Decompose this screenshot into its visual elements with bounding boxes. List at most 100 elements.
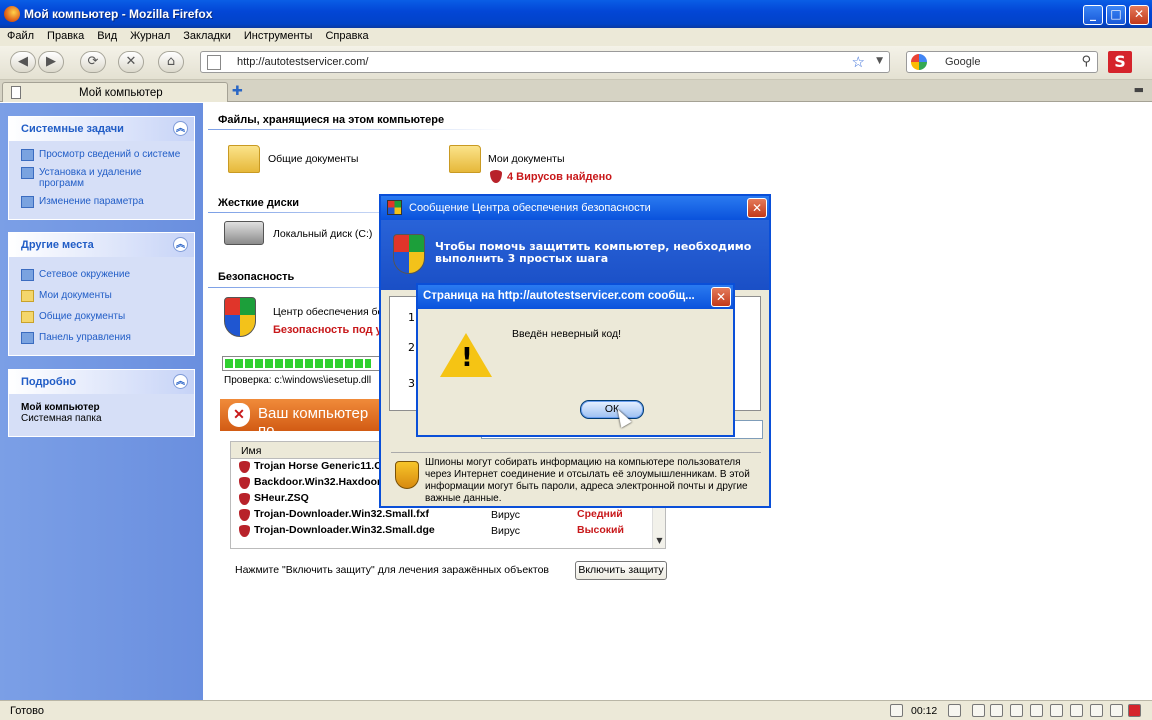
folder-icon[interactable] bbox=[449, 145, 481, 173]
addon-status-icon[interactable] bbox=[1070, 704, 1083, 717]
tab-label: Мой компьютер bbox=[79, 87, 163, 99]
navigation-toolbar: ◀ ▶ ⟳ ✕ ⌂ http://autotestservicer.com/ ☆… bbox=[0, 46, 1152, 80]
threat-name: Trojan Horse Generic11.C bbox=[254, 460, 382, 472]
url-bar[interactable]: http://autotestservicer.com/ ☆ ▼ bbox=[200, 51, 890, 73]
my-docs-label[interactable]: Мои документы bbox=[488, 153, 565, 165]
security-center-icon bbox=[387, 200, 402, 215]
banner-text: Ваш компьютер по bbox=[258, 405, 369, 439]
close-button[interactable]: ✕ bbox=[1129, 5, 1149, 25]
infection-banner: ✕ Ваш компьютер по bbox=[220, 399, 380, 439]
addon-s-button[interactable]: S bbox=[1108, 51, 1132, 73]
menu-edit[interactable]: Правка bbox=[40, 28, 90, 42]
collapse-icon[interactable]: ︽ bbox=[173, 237, 188, 252]
table-row[interactable]: Trojan-Downloader.Win32.Small.fxf Вирус Ср… bbox=[231, 507, 665, 523]
table-row[interactable]: Trojan-Downloader.Win32.Small.dge Вирус Вы… bbox=[231, 523, 665, 539]
folder-icon[interactable] bbox=[228, 145, 260, 173]
task-change-setting[interactable]: Изменение параметра bbox=[21, 196, 186, 208]
other-places-panel: Другие места ︽ Сетевое окружение Мои доку… bbox=[8, 232, 195, 356]
dialog-title-bar[interactable]: Сообщение Центра обеспечения безопасност… bbox=[381, 196, 769, 220]
menu-tools[interactable]: Инструменты bbox=[237, 28, 319, 42]
addon-status-icon[interactable] bbox=[1090, 704, 1103, 717]
local-disk-label[interactable]: Локальный диск (C:) bbox=[273, 228, 372, 240]
menu-help[interactable]: Справка bbox=[318, 28, 374, 42]
addon-status-icon[interactable] bbox=[1050, 704, 1063, 717]
shared-docs-label[interactable]: Общие документы bbox=[268, 153, 358, 165]
minimize-button[interactable]: _ bbox=[1083, 5, 1103, 25]
alert-title-bar[interactable]: Страница на http://autotestservicer.com … bbox=[418, 285, 733, 309]
status-time: 00:12 bbox=[911, 705, 938, 717]
close-button[interactable]: ✕ bbox=[711, 287, 731, 307]
menu-history[interactable]: Журнал bbox=[123, 28, 176, 42]
warning-shield-icon: ✕ bbox=[228, 403, 250, 427]
back-button[interactable]: ◀ bbox=[10, 51, 36, 73]
system-tasks-panel: Системные задачи ︽ Просмотр сведений о си… bbox=[8, 116, 195, 220]
details-name: Мой компьютер bbox=[21, 402, 100, 413]
menu-file[interactable]: Файл bbox=[0, 28, 40, 42]
viruses-found-label: 4 Вирусов найдено bbox=[507, 171, 612, 183]
ok-button[interactable]: ОК bbox=[580, 400, 644, 419]
hard-disk-icon[interactable] bbox=[224, 221, 264, 245]
menu-bookmarks[interactable]: Закладки bbox=[176, 28, 237, 42]
maximize-button[interactable]: □ bbox=[1106, 5, 1126, 25]
place-network[interactable]: Сетевое окружение bbox=[21, 269, 186, 281]
forward-button[interactable]: ▶ bbox=[38, 51, 64, 73]
addon-status-icon[interactable] bbox=[1128, 704, 1141, 717]
page-icon bbox=[207, 55, 221, 70]
scroll-down-icon[interactable]: ▼ bbox=[653, 536, 665, 548]
task-add-remove-programs[interactable]: Установка и удаление программ bbox=[21, 167, 186, 189]
threat-severity: Средний bbox=[577, 508, 623, 520]
scan-progress-bar bbox=[222, 356, 382, 371]
addon-status-icon[interactable] bbox=[990, 704, 1003, 717]
chevron-down-icon[interactable]: ▼ bbox=[876, 56, 883, 66]
addon-status-icon[interactable] bbox=[1030, 704, 1043, 717]
panel-header[interactable]: Системные задачи ︽ bbox=[9, 117, 194, 141]
place-shared-documents[interactable]: Общие документы bbox=[21, 311, 186, 323]
window-title: Мой компьютер - Mozilla Firefox bbox=[24, 7, 213, 21]
addon-status-icon[interactable] bbox=[1010, 704, 1023, 717]
warning-shield-icon bbox=[395, 461, 419, 489]
place-control-panel[interactable]: Панель управления bbox=[21, 332, 186, 344]
alert-message: Введён неверный код! bbox=[512, 328, 622, 340]
alert-dialog: Страница на http://autotestservicer.com … bbox=[416, 283, 735, 437]
menu-view[interactable]: Вид bbox=[90, 28, 123, 42]
title-bar: Мой компьютер - Mozilla Firefox _ □ ✕ bbox=[0, 0, 1152, 28]
place-my-documents[interactable]: Мои документы bbox=[21, 290, 186, 302]
close-button[interactable]: ✕ bbox=[747, 198, 767, 218]
details-subtitle: Системная папка bbox=[21, 413, 102, 424]
addon-status-icon[interactable] bbox=[1110, 704, 1123, 717]
threat-type: Вирус bbox=[491, 525, 520, 537]
threat-name: SHeur.ZSQ bbox=[254, 492, 309, 504]
collapse-icon[interactable]: ︽ bbox=[173, 121, 188, 136]
search-bar[interactable]: Google ⚲ bbox=[906, 51, 1098, 73]
reload-button[interactable]: ⟳ bbox=[80, 51, 106, 73]
stop-button[interactable]: ✕ bbox=[118, 51, 144, 73]
page-icon bbox=[11, 86, 21, 99]
new-tab-icon[interactable]: ✚ bbox=[232, 84, 243, 99]
addon-status-icon[interactable] bbox=[890, 704, 903, 717]
virus-shield-icon bbox=[239, 477, 250, 489]
panel-header[interactable]: Другие места ︽ bbox=[9, 233, 194, 257]
addon-status-icon[interactable] bbox=[948, 704, 961, 717]
bookmark-star-icon[interactable]: ☆ bbox=[852, 53, 865, 71]
dialog-title: Сообщение Центра обеспечения безопасност… bbox=[409, 202, 651, 214]
addon-status-icon[interactable] bbox=[972, 704, 985, 717]
url-text: http://autotestservicer.com/ bbox=[237, 56, 369, 68]
firefox-icon bbox=[4, 6, 20, 22]
exclamation-icon: ! bbox=[461, 343, 473, 373]
virus-shield-icon bbox=[490, 170, 502, 183]
search-icon[interactable]: ⚲ bbox=[1081, 54, 1091, 69]
enable-protection-button[interactable]: Включить защиту bbox=[575, 561, 667, 580]
panel-header[interactable]: Подробно ︽ bbox=[9, 370, 194, 394]
google-icon[interactable] bbox=[911, 54, 927, 70]
collapse-icon[interactable]: ︽ bbox=[173, 374, 188, 389]
progress-fill bbox=[225, 359, 372, 368]
tab-my-computer[interactable]: Мой компьютер bbox=[2, 82, 228, 102]
threat-name: Trojan-Downloader.Win32.Small.dge bbox=[254, 524, 435, 536]
tab-list-icon[interactable]: ▬ bbox=[1134, 83, 1144, 96]
files-heading: Файлы, хранящиеся на этом компьютере bbox=[218, 114, 445, 126]
home-button[interactable]: ⌂ bbox=[158, 51, 184, 73]
status-text: Готово bbox=[10, 705, 44, 717]
task-view-system-info[interactable]: Просмотр сведений о системе bbox=[21, 149, 186, 161]
security-heading: Безопасность bbox=[218, 271, 295, 283]
search-input[interactable]: Google bbox=[945, 56, 980, 68]
